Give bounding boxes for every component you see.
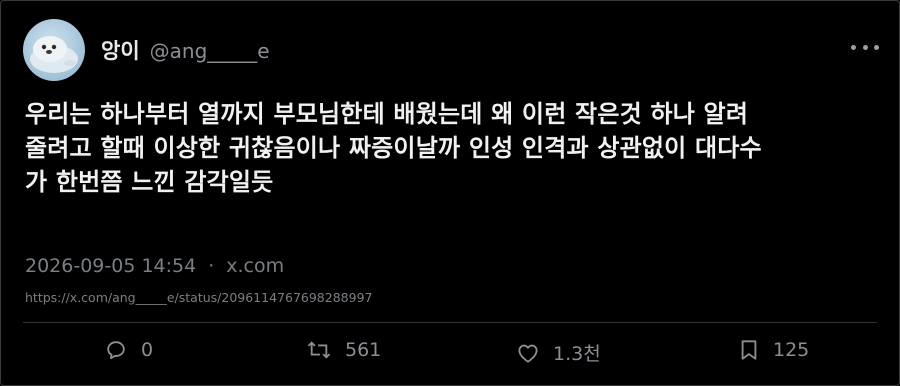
tweet-text-line: 가 한번쯤 느낀 감각일듯 xyxy=(25,168,274,196)
bookmark-icon xyxy=(741,340,757,360)
retweet-count: 561 xyxy=(345,339,382,361)
retweet-icon xyxy=(307,341,331,359)
tweet-url[interactable]: https://x.com/ang_____e/status/209611476… xyxy=(25,290,372,305)
tweet-source[interactable]: x.com xyxy=(226,255,284,277)
bookmark-count: 125 xyxy=(773,339,810,361)
avatar[interactable] xyxy=(23,19,85,81)
meta-separator: · xyxy=(208,255,215,277)
reply-bubble-icon xyxy=(107,341,125,360)
tweet-text: 우리는 하나부터 열까지 부모님한테 배웠는데 왜 이런 작은것 하나 알려 줄… xyxy=(25,97,875,199)
divider xyxy=(23,322,877,323)
tweet-meta: 2026-09-05 14:54 · x.com xyxy=(25,255,284,277)
retweet-button[interactable]: 561 xyxy=(307,339,381,361)
reply-count: 0 xyxy=(141,339,154,361)
heart-icon xyxy=(518,344,538,363)
seal-avatar-image xyxy=(30,36,78,73)
author-display-name[interactable]: 앙이 xyxy=(101,35,140,65)
tweet-timestamp[interactable]: 2026-09-05 14:54 xyxy=(25,255,196,277)
more-horizontal-icon[interactable] xyxy=(851,41,879,53)
tweet-text-line: 우리는 하나부터 열까지 부모님한테 배웠는데 왜 이런 작은것 하나 알려 xyxy=(25,100,749,128)
author-row: 앙이 @ang_____e xyxy=(101,35,270,65)
tweet-text-line: 줄려고 할때 이상한 귀찮음이나 짜증이날까 인성 인격과 상관없이 대다수 xyxy=(25,134,762,162)
like-button[interactable]: 1.3천 xyxy=(517,339,601,366)
action-bar: 0 561 1.3천 125 xyxy=(1,339,900,371)
author-handle[interactable]: @ang_____e xyxy=(150,39,270,63)
like-count: 1.3천 xyxy=(553,343,601,365)
tweet-card: 앙이 @ang_____e 우리는 하나부터 열까지 부모님한테 배웠는데 왜 … xyxy=(0,0,900,386)
bookmark-button[interactable]: 125 xyxy=(739,339,809,361)
reply-button[interactable]: 0 xyxy=(105,339,153,361)
